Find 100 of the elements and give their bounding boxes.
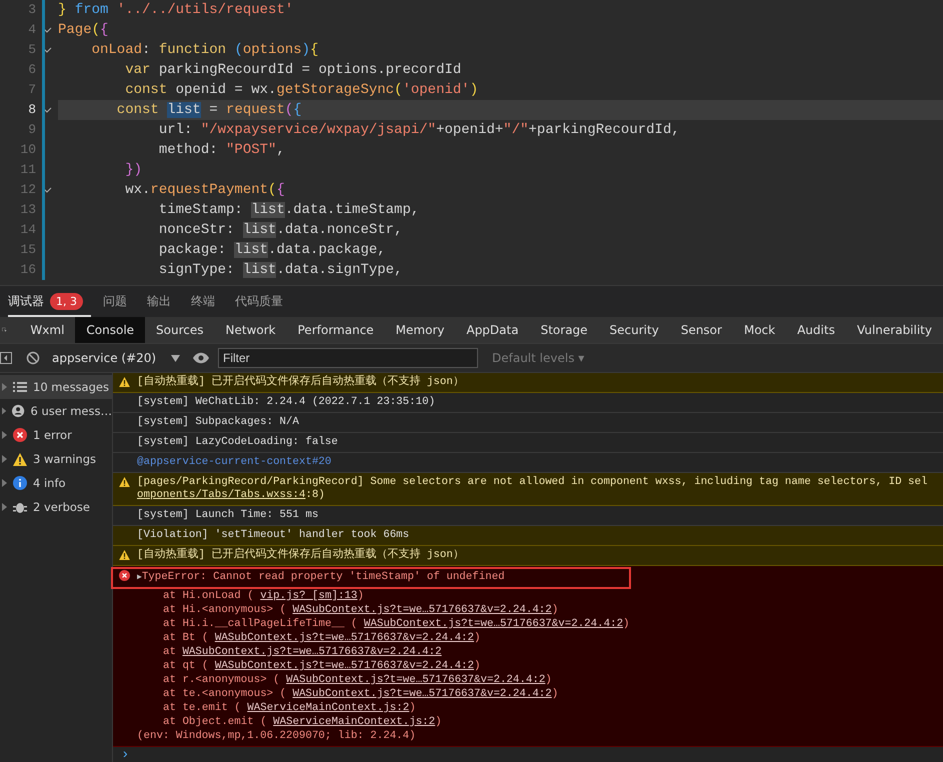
warning-icon [119,377,130,387]
sidebar-item[interactable]: 6 user mess… [0,399,112,423]
line-number: 16 [19,261,36,279]
line-number: 8 [27,101,36,119]
sidebar-item-label: 2 verbose [33,500,90,514]
devtools-tab[interactable]: Sensor [670,317,733,343]
devtools-tab[interactable]: Security [598,317,670,343]
list-icon [13,381,27,393]
expand-toggle[interactable]: ▶ [137,573,142,582]
devtools-tab[interactable]: AppData [455,317,530,343]
error-icon [13,428,27,442]
message-text: [Violation] 'setTimeout' handler took 66ms [137,529,410,542]
stack-frame-text: at Object.emit ( [163,716,267,728]
message-text: :8) [305,489,325,501]
stack-frame-text: ) [552,604,558,616]
source-link[interactable]: WASubContext.js?t=we…57176637&v=2.24.4:2 [214,660,474,672]
devtools-tab[interactable]: Performance [286,317,385,343]
panel-tab[interactable]: 问题 [103,286,135,316]
expand-arrow-icon [2,407,6,415]
sidebar-item[interactable]: 3 warnings [0,447,112,471]
source-link[interactable]: omponents/Tabs/Tabs.wxss:4 [137,489,306,501]
source-link[interactable]: vip.js? [sm]:13 [260,590,358,602]
panel-tab[interactable]: 代码质量 [235,286,291,316]
fold-chevron-icon[interactable] [42,27,52,33]
clear-console-icon[interactable] [26,351,40,365]
devtools-tab[interactable]: Vulnerability [846,317,943,343]
console-prompt[interactable]: › [113,747,943,762]
expand-arrow-icon [2,383,7,391]
expand-arrow-icon [2,479,7,487]
expand-arrow-icon [2,431,7,439]
stack-frame-text: ) [409,702,416,714]
message-text: [pages/ParkingRecord/ParkingRecord] Some selectors are not allowed in component wxss, including tag name selectors, ID sel [137,476,928,489]
context-select[interactable]: appservice (#20) [48,351,184,365]
source-link[interactable]: WASubContext.js?t=we…57176637&v=2.24.4:2 [214,632,474,644]
stack-frame-text: at te.<anonymous> ( [163,688,286,700]
stack-frame-text: at te.emit ( [163,702,241,714]
stack-frame-text: at Bt ( [163,632,208,644]
line-number: 12 [19,181,36,199]
code-line: 13 timeStamp: list.data.timeStamp, [0,200,943,220]
devtools-tab[interactable]: Storage [530,317,599,343]
code-line: 16 signType: list.data.signType, [0,260,943,280]
error-icon [119,570,130,581]
line-number: 6 [27,61,36,79]
source-link[interactable]: WASubContext.js?t=we…57176637&v=2.24.4:2 [292,604,552,616]
eye-icon[interactable] [192,352,210,364]
filter-field[interactable]: Filter [218,348,478,368]
info-icon [13,476,27,490]
fold-chevron-icon[interactable] [42,187,52,193]
bug-icon [13,500,27,514]
message-text: @appservice-current-context#20 [137,456,332,469]
source-link[interactable]: WASubContext.js?t=we…57176637&v=2.24.4:2 [364,618,624,630]
sidebar-item-label: 6 user mess… [30,404,112,418]
stack-frame-text: ) [474,632,480,644]
source-link[interactable]: WASubContext.js?t=we…57176637&v=2.24.4:2 [292,688,552,700]
devtools-tab[interactable]: Sources [145,317,215,343]
code-line: 6 var parkingRecourdId = options.precordId [0,60,943,80]
source-link[interactable]: WAServiceMainContext.js:2 [247,702,410,714]
source-link[interactable]: WASubContext.js?t=we…57176637&v=2.24.4:2 [182,646,442,658]
fold-chevron-icon[interactable] [42,107,52,113]
user-icon [12,404,25,418]
devtools-tab[interactable]: Network [214,317,287,343]
code-line: 14 nonceStr: list.data.nonceStr, [0,220,943,240]
devtools-tab[interactable]: Mock [732,317,786,343]
panel-tab[interactable]: 输出 [147,286,179,316]
sidebar-item[interactable]: 10 messages [0,375,112,399]
stack-frame-text: ) [623,618,630,630]
stack-frame-text: ) [545,674,552,686]
devtools-tab[interactable]: Console [75,317,146,343]
sidebar-item-label: 3 warnings [33,452,96,466]
message-text: [system] Launch Time: 551 ms [137,509,320,522]
dropdown-arrow-icon [171,354,180,362]
message-text: [system] WeChatLib: 2.24.4 (2022.7.1 23:35:10) [137,396,436,409]
sidebar-toggle-icon[interactable] [0,352,12,364]
warning-icon [119,477,130,487]
stack-frame-text: ) [435,716,442,728]
message-text: [system] LazyCodeLoading: false [137,436,339,449]
code-line: 15 package: list.data.package, [0,240,943,260]
line-number: 13 [19,201,36,219]
sidebar-item-label: 10 messages [33,380,109,394]
devtools-tab[interactable]: Memory [384,317,456,343]
fold-chevron-icon[interactable] [42,47,52,53]
error-count-badge: 1, 3 [50,292,83,310]
source-link[interactable]: WASubContext.js?t=we…57176637&v=2.24.4:2 [286,674,546,686]
stack-frame-text: at Hi.onLoad ( [163,590,254,602]
sidebar-item-label: 1 error [33,428,72,442]
sidebar-item[interactable]: 2 verbose [0,495,112,519]
expand-arrow-icon [2,503,7,511]
panel-tab[interactable]: 终端 [191,286,223,316]
stack-frame-text: at Hi.i.__callPageLifeTime__ ( [163,618,358,630]
stack-frame-text: ) [474,660,480,672]
sidebar-item[interactable]: 4 info [0,471,112,495]
error-text: TypeError: Cannot read property 'timeStamp' of undefined [142,571,505,583]
message-text: [自动热重载] 已开启代码文件保存后自动热重载（不支持 json） [137,549,465,562]
devtools-tab[interactable]: Wxml [19,317,76,343]
stack-frame-text: ) [357,590,364,602]
line-number: 4 [27,21,36,39]
devtools-tab[interactable]: Audits [786,317,846,343]
stack-frame-text: ) [552,688,558,700]
source-link[interactable]: WAServiceMainContext.js:2 [273,716,436,728]
sidebar-item[interactable]: 1 error [0,423,112,447]
